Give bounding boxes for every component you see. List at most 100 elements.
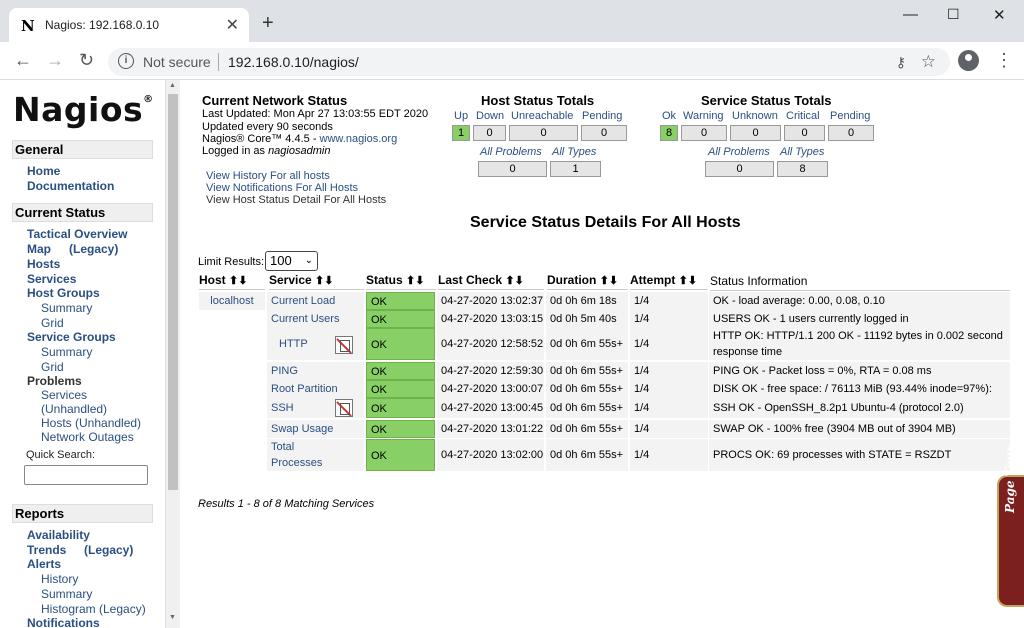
limit-results-select[interactable]: 100 ⌄ [265, 251, 318, 271]
nagios-logo[interactable]: Nagios® [13, 90, 154, 129]
svc-unknown-count[interactable]: 0 [730, 125, 781, 141]
notifications-disabled-icon[interactable] [335, 399, 353, 417]
nav-sg-summary[interactable]: Summary [41, 345, 92, 359]
svc-ok-count[interactable]: 8 [660, 125, 678, 141]
sort-arrows-icon[interactable]: ⬆⬇ [505, 275, 523, 287]
scroll-down-icon[interactable]: ▼ [169, 614, 176, 621]
col-service[interactable]: Service ⬆⬇ [269, 273, 364, 290]
col-attempt[interactable]: Attempt ⬆⬇ [630, 273, 708, 290]
nav-trends-legacy[interactable]: (Legacy) [84, 543, 133, 557]
page-tour-button[interactable]: Page Tour [997, 446, 1024, 607]
col-status[interactable]: Status ⬆⬇ [366, 273, 436, 290]
col-last-check[interactable]: Last Check ⬆⬇ [438, 273, 544, 290]
menu-kebab-icon[interactable]: ⋮ [995, 50, 1013, 71]
service-total-processes[interactable]: Total Processes [267, 439, 364, 471]
host-up-label[interactable]: Up [454, 110, 468, 122]
window-close-icon[interactable]: ✕ [993, 6, 1006, 24]
svc-critical-label[interactable]: Critical [786, 110, 820, 122]
view-notifications-link[interactable]: View Notifications For All Hosts [206, 182, 358, 194]
url-text[interactable]: 192.168.0.10/nagios/ [228, 54, 359, 70]
nav-problems[interactable]: Problems [27, 374, 82, 388]
nav-hosts[interactable]: Hosts [27, 257, 60, 271]
svc-all-types-label[interactable]: All Types [780, 146, 824, 158]
nav-host-groups[interactable]: Host Groups [27, 286, 100, 300]
service-ping[interactable]: PING [267, 362, 364, 380]
host-pending-count[interactable]: 0 [581, 125, 627, 141]
nav-map[interactable]: Map [27, 242, 51, 256]
svc-pending-count[interactable]: 0 [828, 125, 874, 141]
tab-close-icon[interactable]: ✕ [226, 15, 239, 35]
svc-all-problems-label[interactable]: All Problems [708, 146, 770, 158]
service-swap-usage[interactable]: Swap Usage [267, 420, 364, 438]
back-icon[interactable]: ← [14, 50, 32, 71]
host-all-types-count[interactable]: 1 [550, 161, 601, 177]
svc-warning-label[interactable]: Warning [683, 110, 724, 122]
nav-services[interactable]: Services [27, 272, 76, 286]
browser-tab[interactable]: N Nagios: 192.168.0.10 ✕ [9, 8, 249, 42]
host-all-problems-label[interactable]: All Problems [480, 146, 542, 158]
svc-critical-count[interactable]: 0 [784, 125, 825, 141]
minimize-icon[interactable]: — [903, 6, 918, 23]
host-all-problems-count[interactable]: 0 [478, 161, 547, 177]
host-all-types-label[interactable]: All Types [552, 146, 596, 158]
sort-arrows-icon[interactable]: ⬆⬇ [600, 275, 618, 287]
sort-arrows-icon[interactable]: ⬆⬇ [315, 275, 333, 287]
notifications-disabled-icon[interactable] [335, 336, 353, 354]
col-host[interactable]: Host ⬆⬇ [199, 273, 265, 290]
nagios-org-link[interactable]: www.nagios.org [320, 133, 398, 145]
host-up-count[interactable]: 1 [452, 125, 470, 141]
quick-search-input[interactable] [24, 465, 148, 485]
profile-avatar-icon[interactable] [958, 50, 979, 71]
nav-documentation[interactable]: Documentation [27, 179, 114, 193]
maximize-icon[interactable]: ☐ [947, 6, 960, 23]
nav-hg-summary[interactable]: Summary [41, 301, 92, 315]
key-icon[interactable]: ⚷ [896, 54, 906, 71]
sort-arrows-icon[interactable]: ⬆⬇ [406, 275, 424, 287]
nav-alerts[interactable]: Alerts [27, 557, 61, 571]
sidebar-scrollbar[interactable]: ▲ ▼ [165, 80, 180, 628]
view-history-link[interactable]: View History For all hosts [206, 170, 330, 182]
scroll-up-icon[interactable]: ▲ [169, 82, 176, 89]
view-host-status-link[interactable]: View Host Status Detail For All Hosts [206, 194, 386, 206]
bookmark-star-icon[interactable]: ☆ [921, 52, 936, 72]
nav-map-legacy[interactable]: (Legacy) [69, 242, 118, 256]
scrollbar-thumb[interactable] [168, 94, 178, 490]
reload-icon[interactable]: ↻ [79, 50, 94, 71]
nav-hg-grid[interactable]: Grid [41, 316, 64, 330]
nav-home[interactable]: Home [27, 164, 60, 178]
nav-service-groups[interactable]: Service Groups [27, 330, 116, 344]
svc-pending-label[interactable]: Pending [830, 110, 870, 122]
nav-trends[interactable]: Trends [27, 543, 66, 557]
host-unreachable-count[interactable]: 0 [509, 125, 578, 141]
nav-alerts-histogram[interactable]: Histogram (Legacy) [41, 602, 146, 616]
svc-all-types-count[interactable]: 8 [777, 161, 828, 177]
nav-sg-grid[interactable]: Grid [41, 360, 64, 374]
nav-problems-unhandled[interactable]: (Unhandled) [41, 402, 107, 416]
nav-problems-hosts[interactable]: Hosts (Unhandled) [41, 416, 141, 430]
nav-tactical-overview[interactable]: Tactical Overview [27, 227, 128, 241]
service-current-load[interactable]: Current Load [267, 292, 364, 310]
service-root-partition[interactable]: Root Partition [267, 380, 364, 398]
nav-availability[interactable]: Availability [27, 528, 90, 542]
nav-network-outages[interactable]: Network Outages [41, 430, 134, 444]
nav-alerts-history[interactable]: History [41, 572, 78, 586]
nav-problems-services[interactable]: Services [41, 388, 87, 402]
service-current-users[interactable]: Current Users [267, 310, 364, 328]
host-unreachable-label[interactable]: Unreachable [511, 110, 573, 122]
info-icon[interactable]: i [118, 53, 134, 69]
host-pending-label[interactable]: Pending [582, 110, 622, 122]
svc-ok-label[interactable]: Ok [662, 110, 676, 122]
svc-unknown-label[interactable]: Unknown [732, 110, 778, 122]
col-duration[interactable]: Duration ⬆⬇ [547, 273, 628, 290]
sort-arrows-icon[interactable]: ⬆⬇ [679, 275, 697, 287]
svc-warning-count[interactable]: 0 [681, 125, 727, 141]
forward-icon[interactable]: → [46, 50, 64, 71]
host-down-count[interactable]: 0 [473, 125, 506, 141]
host-down-label[interactable]: Down [476, 110, 504, 122]
omnibox[interactable]: i Not secure 192.168.0.10/nagios/ ⚷ ☆ [108, 48, 950, 76]
new-tab-icon[interactable]: + [262, 12, 274, 35]
nav-notifications[interactable]: Notifications [27, 616, 100, 628]
svc-all-problems-count[interactable]: 0 [705, 161, 774, 177]
sort-arrows-icon[interactable]: ⬆⬇ [229, 275, 247, 287]
host-localhost-link[interactable]: localhost [199, 292, 265, 310]
